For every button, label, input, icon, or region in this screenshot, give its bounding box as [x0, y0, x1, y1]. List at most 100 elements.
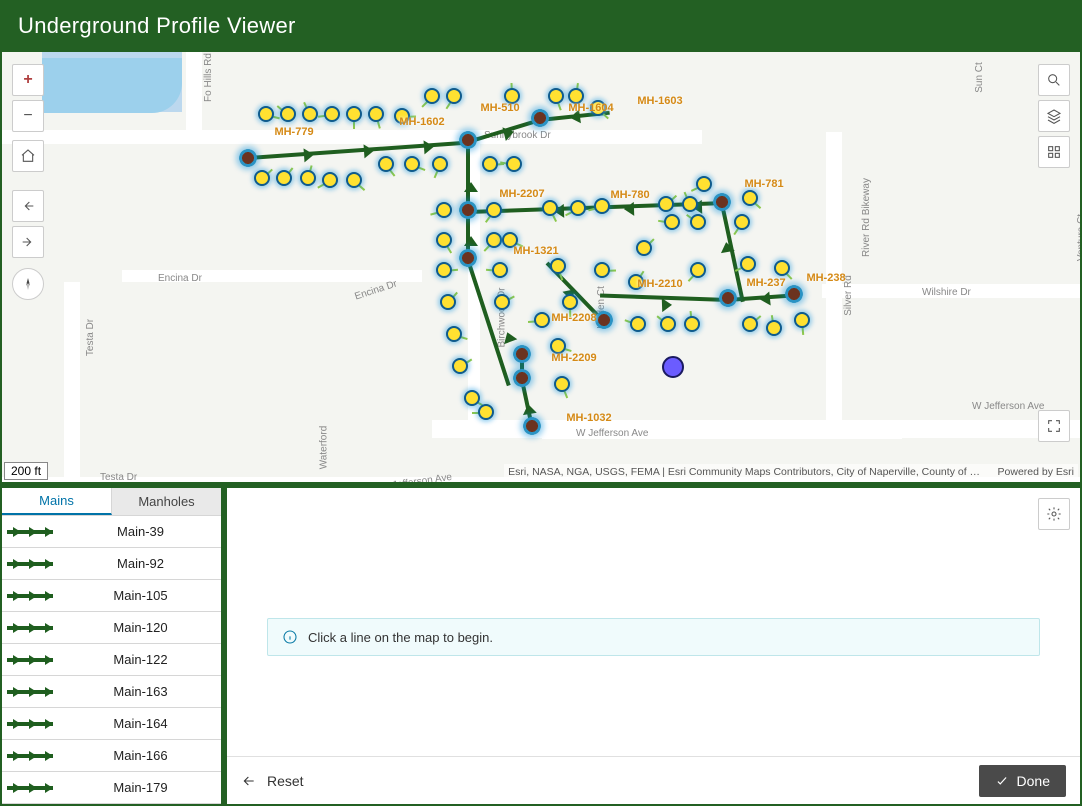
zoom-in-button[interactable]: + [12, 64, 44, 96]
cleanout-marker[interactable] [346, 106, 362, 122]
list-item[interactable]: Main-39 [2, 516, 221, 548]
cleanout-marker[interactable] [436, 202, 452, 218]
cleanout-marker[interactable] [682, 196, 698, 212]
done-button[interactable]: Done [979, 765, 1066, 797]
cleanout-marker[interactable] [368, 106, 384, 122]
list-item[interactable]: Main-166 [2, 740, 221, 772]
cleanout-marker[interactable] [636, 240, 652, 256]
cleanout-marker[interactable] [550, 258, 566, 274]
cleanout-marker[interactable] [742, 316, 758, 332]
cleanout-marker[interactable] [276, 170, 292, 186]
cleanout-marker[interactable] [300, 170, 316, 186]
list-item[interactable]: Main-164 [2, 708, 221, 740]
cleanout-marker[interactable] [440, 294, 456, 310]
next-extent-button[interactable] [12, 226, 44, 258]
cleanout-marker[interactable] [542, 200, 558, 216]
cleanout-marker[interactable] [324, 106, 340, 122]
cleanout-marker[interactable] [554, 376, 570, 392]
cleanout-marker[interactable] [486, 202, 502, 218]
manhole-marker[interactable] [523, 417, 541, 435]
cleanout-marker[interactable] [630, 316, 646, 332]
search-button[interactable] [1038, 64, 1070, 96]
cleanout-marker[interactable] [346, 172, 362, 188]
cleanout-marker[interactable] [280, 106, 296, 122]
map-pane[interactable]: Fo Hills RdSunnybrook DrRiver Rd Bikeway… [2, 52, 1080, 482]
extent-controls [12, 190, 44, 258]
cleanout-marker[interactable] [690, 262, 706, 278]
flow-arrow-icon [464, 236, 478, 246]
cleanout-marker[interactable] [660, 316, 676, 332]
cleanout-marker[interactable] [322, 172, 338, 188]
previous-extent-button[interactable] [12, 190, 44, 222]
cleanout-marker[interactable] [494, 294, 510, 310]
manhole-label: MH-1032 [566, 412, 611, 424]
grid-icon [1046, 144, 1062, 160]
cleanout-marker[interactable] [774, 260, 790, 276]
cleanout-marker[interactable] [696, 176, 712, 192]
cleanout-marker[interactable] [436, 262, 452, 278]
cleanout-marker[interactable] [570, 200, 586, 216]
reset-button[interactable]: Reset [241, 773, 304, 789]
tab-manholes[interactable]: Manholes [112, 488, 221, 515]
manhole-marker[interactable] [719, 289, 737, 307]
zoom-out-button[interactable]: − [12, 100, 44, 132]
cleanout-marker[interactable] [452, 358, 468, 374]
cleanout-marker[interactable] [432, 156, 448, 172]
cleanout-marker[interactable] [404, 156, 420, 172]
list-item[interactable]: Main-120 [2, 612, 221, 644]
cleanout-marker[interactable] [684, 316, 700, 332]
manhole-marker[interactable] [785, 285, 803, 303]
basemap-button[interactable] [1038, 136, 1070, 168]
cleanout-marker[interactable] [378, 156, 394, 172]
list-item[interactable]: Main-163 [2, 676, 221, 708]
cleanout-marker[interactable] [492, 262, 508, 278]
manhole-marker[interactable] [713, 193, 731, 211]
cleanout-marker[interactable] [424, 88, 440, 104]
cleanout-marker[interactable] [258, 106, 274, 122]
profile-settings-button[interactable] [1038, 498, 1070, 530]
cleanout-marker[interactable] [254, 170, 270, 186]
manhole-marker[interactable] [459, 249, 477, 267]
list-item-label: Main-92 [68, 556, 213, 571]
manhole-marker[interactable] [595, 311, 613, 329]
cleanout-marker[interactable] [486, 232, 502, 248]
manhole-marker[interactable] [239, 149, 257, 167]
cleanout-marker[interactable] [446, 88, 462, 104]
list-item[interactable]: Main-122 [2, 644, 221, 676]
home-button[interactable] [12, 140, 44, 172]
cleanout-marker[interactable] [594, 198, 610, 214]
cleanout-marker[interactable] [690, 214, 706, 230]
cleanout-marker[interactable] [534, 312, 550, 328]
cleanout-marker[interactable] [506, 156, 522, 172]
cleanout-marker[interactable] [478, 404, 494, 420]
manhole-marker[interactable] [459, 201, 477, 219]
cleanout-marker[interactable] [742, 190, 758, 206]
cleanout-marker[interactable] [482, 156, 498, 172]
app-title: Underground Profile Viewer [18, 13, 296, 39]
cleanout-marker[interactable] [740, 256, 756, 272]
list-item[interactable]: Main-179 [2, 772, 221, 804]
cleanout-marker[interactable] [664, 214, 680, 230]
cleanout-marker[interactable] [658, 196, 674, 212]
fullscreen-button[interactable] [1038, 410, 1070, 442]
compass-button[interactable] [12, 268, 44, 300]
mains-list[interactable]: Main-39Main-92Main-105Main-120Main-122Ma… [2, 516, 221, 804]
manhole-marker[interactable] [531, 109, 549, 127]
cleanout-marker[interactable] [734, 214, 750, 230]
manhole-marker[interactable] [513, 369, 531, 387]
layers-button[interactable] [1038, 100, 1070, 132]
manhole-marker[interactable] [459, 131, 477, 149]
cleanout-marker[interactable] [766, 320, 782, 336]
cleanout-marker[interactable] [302, 106, 318, 122]
cleanout-marker[interactable] [562, 294, 578, 310]
cleanout-marker[interactable] [594, 262, 610, 278]
manhole-marker[interactable] [513, 345, 531, 363]
cleanout-marker[interactable] [794, 312, 810, 328]
list-item[interactable]: Main-92 [2, 548, 221, 580]
tab-mains[interactable]: Mains [2, 488, 112, 515]
cleanout-marker[interactable] [464, 390, 480, 406]
cleanout-marker[interactable] [446, 326, 462, 342]
list-item[interactable]: Main-105 [2, 580, 221, 612]
cleanout-marker[interactable] [548, 88, 564, 104]
cleanout-marker[interactable] [436, 232, 452, 248]
